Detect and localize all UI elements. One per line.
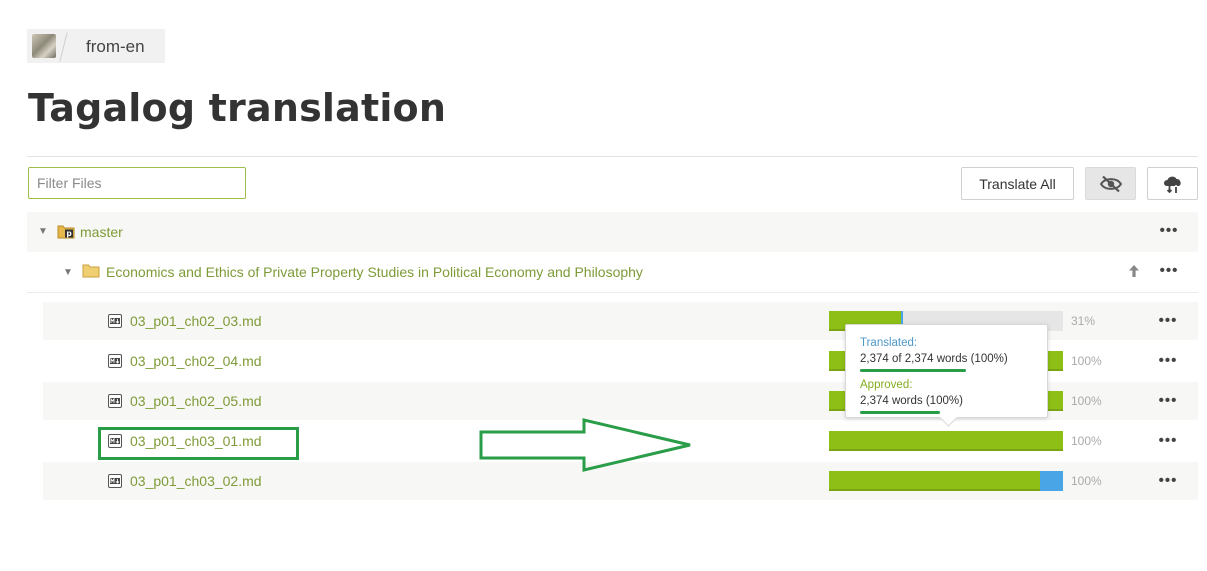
markdown-file-icon [108, 354, 122, 368]
eye-slash-icon [1099, 175, 1122, 192]
page-title: Tagalog translation [28, 86, 447, 130]
progress-bar[interactable] [829, 431, 1063, 451]
progress-percent: 31% [1071, 314, 1096, 328]
folder-icon [82, 264, 100, 278]
folder-label[interactable]: Economics and Ethics of Private Property… [106, 264, 643, 280]
annotation-highlight-box [98, 427, 299, 460]
branch-row[interactable]: ▼ p master ••• [27, 212, 1198, 252]
annotation-arrow-icon [479, 418, 691, 472]
avatar[interactable] [32, 34, 56, 58]
filter-files-input[interactable] [28, 167, 246, 199]
folder-more-menu[interactable]: ••• [1159, 263, 1179, 278]
progress-bar[interactable] [829, 471, 1063, 491]
cloud-sync-icon [1163, 176, 1181, 193]
file-name-link[interactable]: 03_p01_ch02_05.md [130, 393, 262, 409]
markdown-file-icon [108, 474, 122, 488]
annotation-underline [860, 411, 940, 414]
progress-percent: 100% [1071, 394, 1102, 408]
breadcrumb: from-en [27, 29, 165, 63]
divider [27, 156, 1198, 157]
progress-approved-segment [829, 471, 1040, 491]
branch-more-menu[interactable]: ••• [1159, 223, 1179, 238]
markdown-file-icon [108, 394, 122, 408]
arrow-up-icon[interactable] [1128, 264, 1140, 278]
markdown-file-icon [108, 314, 122, 328]
progress-percent: 100% [1071, 434, 1102, 448]
progress-tooltip: Translated: 2,374 of 2,374 words (100%) … [845, 324, 1048, 418]
branch-label[interactable]: master [80, 224, 123, 240]
file-more-menu[interactable]: ••• [1158, 313, 1178, 328]
breadcrumb-project-link[interactable]: from-en [86, 37, 145, 57]
file-more-menu[interactable]: ••• [1158, 393, 1178, 408]
collapse-triangle-icon[interactable]: ▼ [63, 267, 73, 278]
breadcrumb-separator [59, 32, 68, 62]
tooltip-approved-value: 2,374 words (100%) [860, 395, 963, 407]
tooltip-translated-label: Translated: [860, 337, 918, 349]
download-upload-button[interactable] [1147, 167, 1198, 200]
progress-percent: 100% [1071, 354, 1102, 368]
tooltip-approved-label: Approved: [860, 379, 913, 391]
translate-all-button[interactable]: Translate All [961, 167, 1074, 200]
file-name-link[interactable]: 03_p01_ch03_02.md [130, 473, 262, 489]
collapse-triangle-icon[interactable]: ▼ [38, 226, 48, 237]
file-more-menu[interactable]: ••• [1158, 353, 1178, 368]
svg-text:p: p [66, 229, 72, 238]
hide-translated-toggle-button[interactable] [1085, 167, 1136, 200]
progress-approved-segment [829, 431, 1063, 451]
file-name-link[interactable]: 03_p01_ch02_04.md [130, 353, 262, 369]
folder-row[interactable]: ▼ Economics and Ethics of Private Proper… [27, 252, 1198, 293]
branch-folder-icon: p [57, 225, 75, 239]
tooltip-translated-value: 2,374 of 2,374 words (100%) [860, 353, 1008, 365]
file-more-menu[interactable]: ••• [1158, 473, 1178, 488]
annotation-underline [860, 369, 966, 372]
file-more-menu[interactable]: ••• [1158, 433, 1178, 448]
progress-percent: 100% [1071, 474, 1102, 488]
file-name-link[interactable]: 03_p01_ch02_03.md [130, 313, 262, 329]
